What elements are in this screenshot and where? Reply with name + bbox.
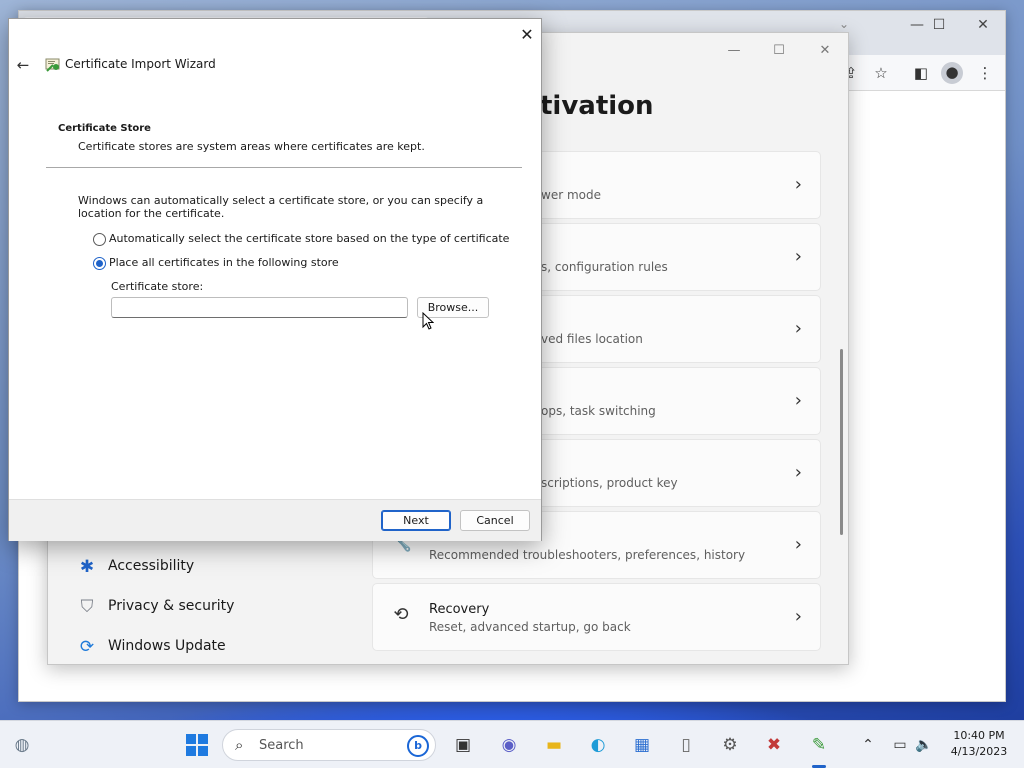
close-icon[interactable]: ✕ [517, 25, 537, 45]
card-subtitle: Reset, advanced startup, go back [429, 620, 631, 634]
tab-search-chevron-icon[interactable]: ⌄ [839, 17, 853, 31]
card-title: Recovery [429, 602, 490, 617]
card-subtitle: s, configuration rules [541, 260, 668, 274]
bookmark-star-icon[interactable]: ☆ [871, 63, 891, 83]
card-subtitle: ops, task switching [541, 404, 656, 418]
card-subtitle: ved files location [541, 332, 643, 346]
card-subtitle: scriptions, product key [541, 476, 678, 490]
maximize-icon[interactable]: ☐ [769, 41, 789, 61]
settings-gear-icon[interactable]: ⚙ [718, 733, 742, 757]
start-windows-icon[interactable] [185, 733, 209, 757]
back-arrow-icon[interactable]: ← [13, 55, 33, 75]
chevron-up-icon[interactable]: ⌃ [856, 733, 880, 757]
shield-icon: ⛉ [80, 597, 94, 617]
close-icon[interactable]: ✕ [973, 17, 993, 33]
document-icon[interactable]: ▯ [674, 733, 698, 757]
certificate-icon [45, 58, 60, 72]
radio-button-selected[interactable] [93, 257, 106, 270]
card-subtitle: Recommended troubleshooters, preferences… [429, 548, 746, 562]
maximize-icon[interactable]: ☐ [929, 17, 949, 33]
scrollbar[interactable] [840, 349, 843, 535]
section-title: Certificate Store [58, 123, 151, 134]
intro-text: Windows can automatically select a certi… [78, 194, 484, 220]
side-panel-icon[interactable]: ◧ [911, 63, 931, 83]
sidebar-item-label: Windows Update [108, 638, 226, 654]
more-menu-icon[interactable]: ⋮ [975, 63, 995, 83]
recovery-icon: ⟲ [393, 604, 409, 625]
certificate-import-wizard: ✕ ← Certificate Import Wizard Certificat… [8, 18, 542, 541]
radio-label[interactable]: Automatically select the certificate sto… [109, 232, 509, 245]
page-title: tivation [540, 91, 654, 121]
certificate-store-input[interactable] [111, 297, 408, 318]
minimize-icon[interactable]: — [907, 17, 927, 33]
certificate-error-icon[interactable]: ✖ [762, 733, 786, 757]
chevron-right-icon: › [794, 462, 802, 483]
file-explorer-icon[interactable]: ▬ [542, 733, 566, 757]
minimize-icon[interactable]: — [724, 41, 744, 61]
cancel-button[interactable]: Cancel [460, 510, 530, 531]
widgets-icon[interactable]: ◍ [10, 733, 34, 757]
dialog-title: Certificate Import Wizard [65, 57, 216, 71]
card-subtitle: wer mode [541, 188, 601, 202]
chevron-right-icon: › [794, 174, 802, 195]
profile-avatar-icon[interactable]: ● [941, 62, 963, 84]
edge-browser-icon[interactable]: ◐ [586, 733, 610, 757]
radio-label[interactable]: Place all certificates in the following … [109, 256, 339, 269]
clock-date[interactable]: 4/13/2023 [944, 745, 1014, 758]
taskbar: ◍ ⌕ Search b ▣ ◉ ▬ ◐ ▦ ▯ ⚙ ✖ ✎ ⌃ ▭ 🔈 10:… [0, 720, 1024, 768]
store-icon[interactable]: ▦ [630, 733, 654, 757]
sidebar-item-windows-update[interactable]: ⟳ Windows Update [72, 633, 352, 661]
close-icon[interactable]: ✕ [815, 41, 835, 61]
dialog-footer: Next Cancel [9, 499, 541, 541]
search-placeholder: Search [259, 738, 304, 753]
sidebar-item-label: Privacy & security [108, 598, 235, 614]
sidebar-item-accessibility[interactable]: ✱ Accessibility [72, 553, 352, 581]
chevron-right-icon: › [794, 246, 802, 267]
settings-card-recovery[interactable]: ⟲ Recovery Reset, advanced startup, go b… [372, 583, 821, 651]
network-icon[interactable]: ▭ [888, 733, 912, 757]
search-icon: ⌕ [235, 736, 244, 754]
accessibility-icon: ✱ [79, 557, 95, 577]
taskbar-search[interactable]: ⌕ Search b [222, 729, 436, 761]
certificate-wizard-icon[interactable]: ✎ [807, 733, 831, 757]
chat-icon[interactable]: ◉ [497, 733, 521, 757]
sidebar-item-label: Accessibility [108, 558, 195, 574]
sidebar-item-privacy[interactable]: ⛉ Privacy & security [72, 593, 352, 621]
bing-icon[interactable]: b [407, 735, 429, 757]
volume-icon[interactable]: 🔈 [912, 733, 936, 757]
next-button[interactable]: Next [381, 510, 451, 531]
chevron-right-icon: › [794, 390, 802, 411]
divider [46, 167, 522, 168]
update-icon: ⟳ [79, 637, 95, 657]
radio-button[interactable] [93, 233, 106, 246]
mouse-cursor-icon [422, 312, 434, 330]
certificate-store-label: Certificate store: [111, 280, 204, 293]
chevron-right-icon: › [794, 534, 802, 555]
clock-time[interactable]: 10:40 PM [944, 729, 1014, 742]
section-description: Certificate stores are system areas wher… [78, 140, 425, 153]
chevron-right-icon: › [794, 606, 802, 627]
chevron-right-icon: › [794, 318, 802, 339]
task-view-icon[interactable]: ▣ [451, 733, 475, 757]
